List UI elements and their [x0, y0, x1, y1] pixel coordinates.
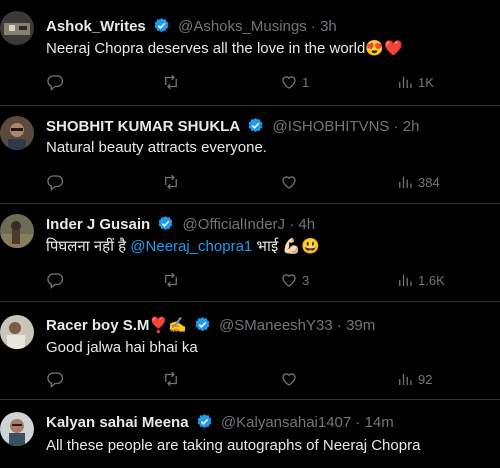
views-button[interactable]: 92 — [396, 369, 432, 389]
tweet[interactable]: Inder J Gusain @OfficialInderJ · 4h पिघल… — [0, 204, 500, 302]
retweet-button[interactable] — [162, 369, 180, 389]
reply-icon — [47, 372, 64, 388]
retweet-button[interactable] — [162, 270, 180, 290]
display-name[interactable]: Inder J Gusain — [46, 216, 150, 233]
separator-dot: · — [336, 317, 342, 334]
like-button[interactable] — [280, 369, 298, 389]
tweet[interactable]: Racer boy S.M❣️✍️ @SManeeshY33 · 39m Goo… — [0, 302, 500, 400]
views-button[interactable]: 1.6K — [396, 270, 445, 290]
separator-dot: · — [355, 414, 361, 431]
heart-icon — [282, 274, 296, 287]
display-name[interactable]: Racer boy S.M — [46, 317, 149, 334]
avatar[interactable] — [0, 11, 34, 45]
retweet-icon — [165, 174, 177, 190]
reply-button[interactable] — [46, 369, 64, 389]
analytics-icon — [399, 274, 412, 286]
tweet[interactable]: SHOBHIT KUMAR SHUKLA @ISHOBHITVNS · 2h N… — [0, 106, 500, 204]
reply-button[interactable] — [46, 270, 64, 290]
handle[interactable]: @ISHOBHITVNS — [273, 118, 390, 135]
views-button[interactable]: 384 — [396, 172, 440, 192]
like-button[interactable]: 3 — [280, 270, 309, 290]
reply-icon — [47, 273, 64, 289]
heart-icon — [282, 76, 296, 89]
tweet-text-body: Natural beauty attracts everyone. — [46, 139, 267, 156]
tweet[interactable]: Ashok_Writes @Ashoks_Musings · 3h Neeraj… — [0, 0, 500, 106]
reply-icon — [47, 75, 64, 91]
tweet-text-body: पिघलना नहीं है — [46, 238, 131, 255]
avatar[interactable] — [0, 412, 34, 446]
view-count: 1K — [418, 74, 434, 90]
like-button[interactable] — [280, 172, 298, 192]
separator-dot: · — [310, 18, 316, 35]
verified-badge-icon — [247, 117, 264, 140]
view-count: 384 — [418, 174, 440, 190]
tweet[interactable]: Kalyan sahai Meena @Kalyansahai1407 · 14… — [0, 400, 500, 468]
timestamp[interactable]: 39m — [346, 317, 375, 334]
view-count: 1.6K — [418, 272, 445, 288]
verified-badge-icon — [194, 316, 211, 339]
analytics-icon — [399, 76, 412, 88]
analytics-icon — [399, 373, 412, 385]
like-count: 3 — [302, 272, 310, 288]
like-button[interactable]: 1 — [280, 72, 309, 92]
verified-badge-icon — [196, 413, 213, 436]
retweet-icon — [165, 74, 177, 90]
name-emoji: ❣️✍️ — [149, 317, 187, 334]
reply-button[interactable] — [46, 172, 64, 192]
separator-dot: · — [393, 118, 399, 135]
views-button[interactable]: 1K — [396, 72, 434, 92]
avatar[interactable] — [0, 116, 34, 150]
reply-icon — [47, 175, 64, 191]
tweet-text: Neeraj Chopra deserves all the love in t… — [46, 39, 403, 59]
separator-dot: · — [289, 216, 295, 233]
verified-badge-icon — [157, 215, 174, 238]
analytics-icon — [399, 176, 412, 188]
timestamp[interactable]: 2h — [403, 118, 420, 135]
heart-icon — [282, 176, 296, 189]
timestamp[interactable]: 14m — [365, 414, 394, 431]
heart-icon — [282, 373, 296, 386]
view-count: 92 — [418, 371, 433, 387]
timestamp[interactable]: 4h — [298, 216, 315, 233]
mention-link[interactable]: @Neeraj_chopra1 — [130, 238, 252, 255]
handle[interactable]: @Kalyansahai1407 — [221, 414, 351, 431]
handle[interactable]: @OfficialInderJ — [183, 216, 286, 233]
avatar[interactable] — [0, 315, 34, 349]
retweet-icon — [165, 371, 177, 387]
tweet-text-body: Good jalwa hai bhai ka — [46, 339, 198, 356]
tweet-feed: Ashok_Writes @Ashoks_Musings · 3h Neeraj… — [0, 0, 500, 468]
retweet-button[interactable] — [162, 72, 180, 92]
display-name[interactable]: Kalyan sahai Meena — [46, 414, 189, 431]
timestamp[interactable]: 3h — [320, 18, 337, 35]
retweet-button[interactable] — [162, 172, 180, 192]
display-name[interactable]: Ashok_Writes — [46, 18, 146, 35]
tweet-text-suffix: भाई 💪🏻😃 — [252, 238, 320, 255]
reply-button[interactable] — [46, 72, 64, 92]
like-count: 1 — [302, 74, 310, 90]
handle[interactable]: @Ashoks_Musings — [178, 18, 307, 35]
retweet-icon — [165, 272, 177, 288]
handle[interactable]: @SManeeshY33 — [219, 317, 333, 334]
avatar[interactable] — [0, 214, 34, 248]
heart-eyes-emoji: 😍❤️ — [365, 40, 403, 57]
tweet-text-body: All these people are taking autographs o… — [46, 437, 421, 454]
verified-badge-icon — [153, 17, 170, 40]
tweet-text-body: Neeraj Chopra deserves all the love in t… — [46, 40, 366, 57]
display-name[interactable]: SHOBHIT KUMAR SHUKLA — [46, 118, 240, 135]
